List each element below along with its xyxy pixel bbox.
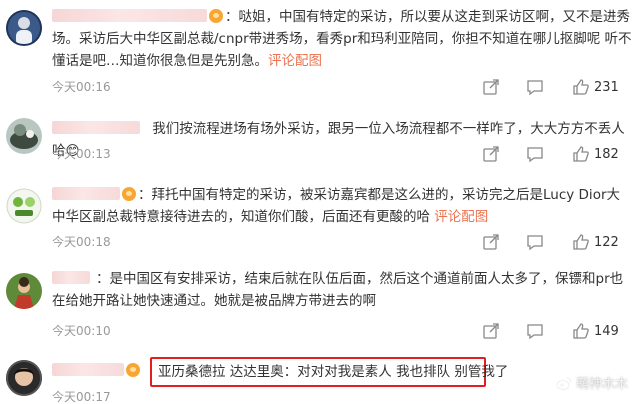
comment-text: ：哒姐，中国有特定的采访，所以要从这走到采访区啊，又不是进秀场。采访后大中华区副… [52, 6, 632, 72]
share-icon[interactable] [482, 145, 500, 163]
comment-time: 今天00:10 [52, 324, 111, 338]
username-blurred[interactable] [52, 187, 120, 200]
avatar[interactable] [6, 10, 42, 46]
username-blurred[interactable] [52, 121, 140, 134]
comment-icon[interactable] [526, 322, 544, 340]
comment-actions: 231 [440, 78, 640, 100]
watermark-text: 萌神木木 [575, 377, 628, 392]
username-blurred[interactable] [52, 9, 207, 22]
share-icon[interactable] [482, 233, 500, 251]
comment-time: 今天00:17 [52, 390, 111, 404]
comment-text: ：拜托中国有特定的采访，被采访嘉宾都是这么进的，采访完之后是Lucy Dior大… [52, 184, 632, 228]
comment-icon[interactable] [526, 145, 544, 163]
avatar[interactable] [6, 360, 42, 396]
fan-badge-icon [126, 363, 140, 377]
like-icon[interactable] [572, 322, 590, 340]
comment-time: 今天00:16 [52, 80, 111, 94]
comment-time: 今天00:13 [52, 147, 111, 161]
comment-time: 今天00:18 [52, 235, 111, 249]
like-count: 149 [594, 324, 619, 339]
share-icon[interactable] [482, 322, 500, 340]
fan-badge-icon [122, 187, 136, 201]
comment-actions: 122 [440, 233, 640, 255]
comment-body: ：是中国区有安排采访，结束后就在队伍后面，然后这个通道前面人太多了，保镖和pr也… [52, 271, 624, 309]
comment-image-link[interactable]: 评论配图 [434, 209, 488, 225]
comment-image-link[interactable]: 评论配图 [268, 53, 322, 69]
like-icon[interactable] [572, 145, 590, 163]
avatar[interactable] [6, 188, 42, 224]
avatar[interactable] [6, 118, 42, 154]
comment-actions: 182 [440, 145, 640, 167]
comment-body: ：拜托中国有特定的采访，被采访嘉宾都是这么进的，采访完之后是Lucy Dior大… [52, 187, 620, 225]
weibo-logo-icon [556, 376, 572, 390]
comment-icon[interactable] [526, 233, 544, 251]
comment-actions: 149 [440, 322, 640, 344]
like-count: 182 [594, 147, 619, 162]
watermark: 萌神木木 [556, 373, 628, 392]
username-blurred[interactable] [52, 363, 124, 376]
like-icon[interactable] [572, 233, 590, 251]
fan-badge-icon [209, 9, 223, 23]
like-icon[interactable] [572, 78, 590, 96]
share-icon[interactable] [482, 78, 500, 96]
comment-icon[interactable] [526, 78, 544, 96]
like-count: 122 [594, 235, 619, 250]
comment-text: ：是中国区有安排采访，结束后就在队伍后面，然后这个通道前面人太多了，保镖和pr也… [52, 268, 632, 312]
like-count: 231 [594, 80, 619, 95]
avatar[interactable] [6, 273, 42, 309]
username-blurred[interactable] [52, 271, 90, 284]
highlighted-comment-body: 亚历桑德拉 达达里奥：对对对我是素人 我也排队 别管我了 [158, 364, 509, 380]
